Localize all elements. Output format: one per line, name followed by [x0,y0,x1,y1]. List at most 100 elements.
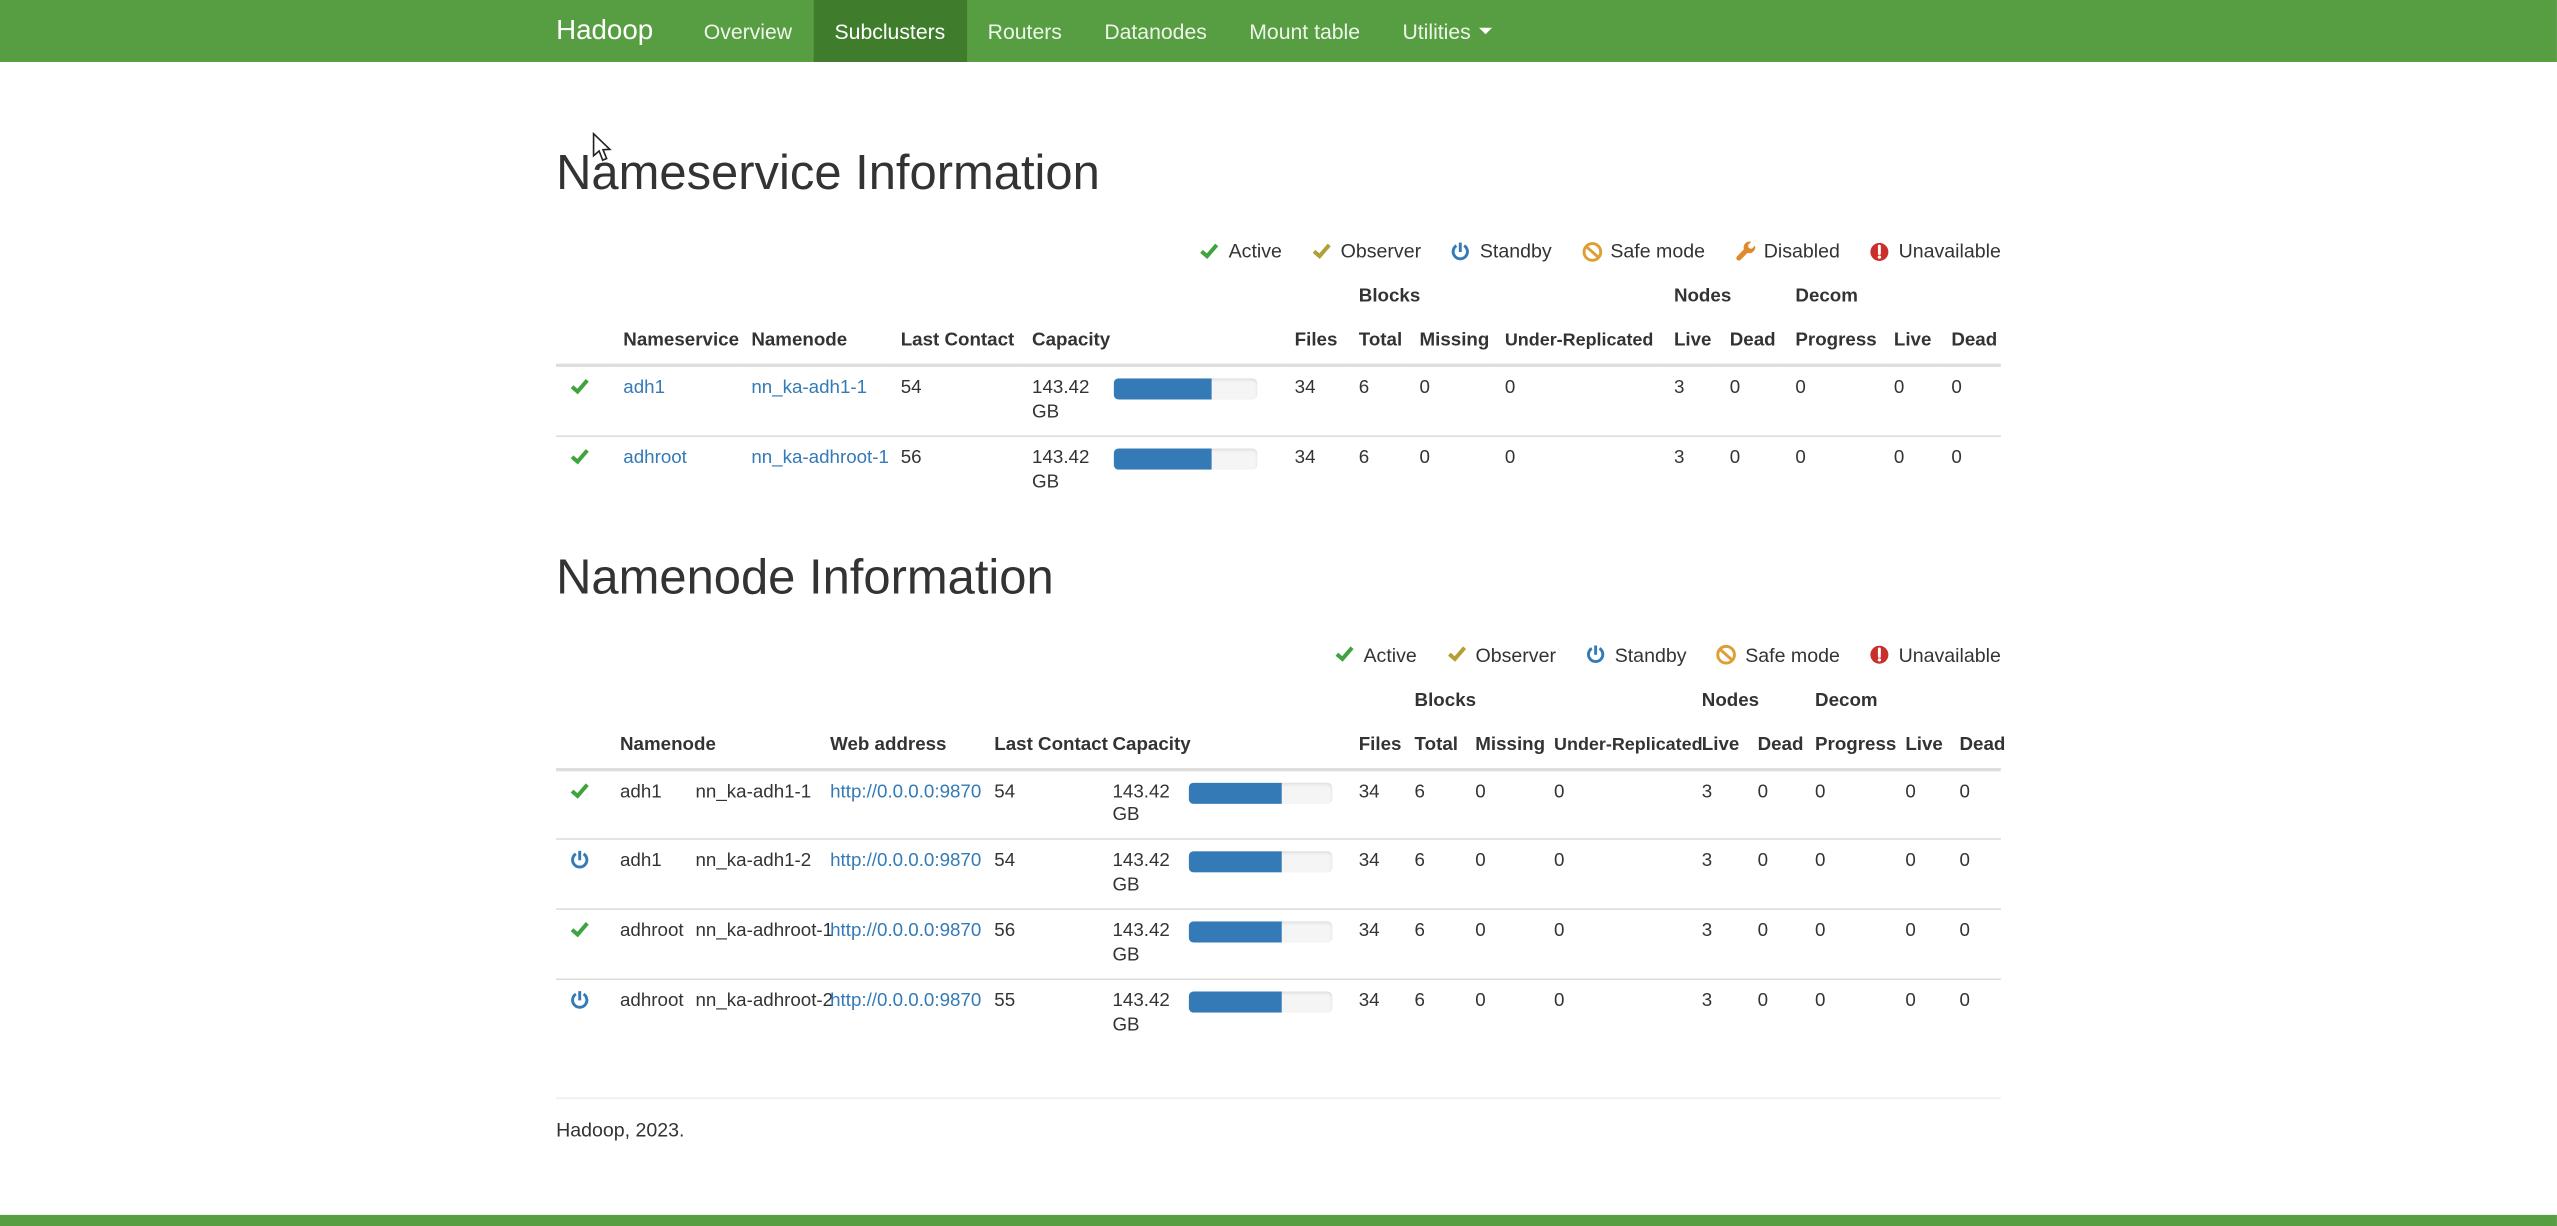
legend-item-safe-mode: Safe mode [1581,240,1705,263]
col-decom-live: Live [1892,723,1946,769]
namenode-id-cell: nn_ka-adhroot-1 [682,910,817,980]
capacity-progress-bar [1189,992,1333,1013]
group-header-row: Blocks Nodes Decom [556,679,2001,723]
decom-dead-cell: 0 [1946,840,2000,910]
nav-item-utilities[interactable]: Utilities [1381,0,1513,62]
status-column-header [556,723,607,769]
group-header-blocks: Blocks [1402,679,1689,723]
legend-item-observer: Observer [1311,240,1421,263]
decom-live-cell: 0 [1881,436,1938,505]
capacity-cell: 143.42 GB [1099,910,1345,980]
under-replicated-cell: 0 [1541,840,1689,910]
nameservice-section-title: Nameservice Information [556,147,2001,201]
files-cell: 34 [1282,365,1346,436]
nameservice-legend: Active Observer Standby Safe mode Disabl… [556,240,2001,263]
files-cell: 34 [1346,840,1402,910]
col-decom-progress: Progress [1782,320,1880,366]
status-cell [556,910,607,980]
files-cell: 34 [1346,910,1402,980]
nameservice-cell: adh1 [607,769,682,840]
nameservice-link[interactable]: adh1 [623,378,665,398]
legend-label: Safe mode [1610,240,1705,263]
nav-item-mount-table[interactable]: Mount table [1228,0,1381,62]
legend-label: Active [1363,644,1416,667]
main-content: Nameservice Information Active Observer … [556,147,2001,1142]
files-cell: 34 [1282,436,1346,505]
nodes-dead-cell: 0 [1717,436,1783,505]
nodes-live-cell: 3 [1661,365,1717,436]
nav-item-subclusters[interactable]: Subclusters [813,0,966,62]
nav-item-datanodes[interactable]: Datanodes [1083,0,1228,62]
group-header-spacer [556,276,1346,320]
last-contact-cell: 56 [981,910,1099,980]
web-address-cell: http://0.0.0.0:9870 [817,769,981,840]
namenode-legend: Active Observer Standby Safe mode Unavai… [556,644,2001,667]
capacity-progress-bar [1189,782,1333,803]
decom-progress-cell: 0 [1802,769,1892,840]
nodes-dead-cell: 0 [1745,910,1802,980]
legend-label: Observer [1341,240,1421,263]
col-blocks-missing: Missing [1406,320,1491,366]
nameservice-cell: adhroot [607,910,682,980]
standby-power-icon [569,990,590,1011]
power-icon [1450,241,1471,262]
group-header-decom: Decom [1802,679,2001,723]
col-last-contact: Last Contact [888,320,1019,366]
nav-item-overview[interactable]: Overview [683,0,814,62]
decom-dead-cell: 0 [1946,979,2000,1048]
capacity-text: 143.42 GB [1032,376,1104,425]
blocks-missing-cell: 0 [1462,769,1541,840]
legend-label: Unavailable [1899,644,2001,667]
capacity-progress-bar [1114,378,1258,399]
decom-progress-cell: 0 [1782,436,1880,505]
files-cell: 34 [1346,979,1402,1048]
col-decom-progress: Progress [1802,723,1892,769]
web-address-link[interactable]: http://0.0.0.0:9870 [830,852,981,872]
col-nodes-dead: Dead [1745,723,1802,769]
col-nodes-live: Live [1661,320,1717,366]
col-files: Files [1346,723,1402,769]
col-blocks-total: Total [1346,320,1407,366]
legend-item-disabled: Disabled [1734,240,1840,263]
blocks-total-cell: 6 [1346,436,1407,505]
under-replicated-cell: 0 [1541,910,1689,980]
namenode-row: adh1 nn_ka-adh1-1 http://0.0.0.0:9870 54… [556,769,2001,840]
web-address-link[interactable]: http://0.0.0.0:9870 [830,992,981,1012]
blocks-missing-cell: 0 [1462,910,1541,980]
capacity-text: 143.42 GB [1032,446,1104,495]
blocks-missing-cell: 0 [1406,365,1491,436]
active-check-icon [569,446,590,467]
capacity-text: 143.42 GB [1112,920,1179,969]
group-header-spacer [556,679,1401,723]
capacity-text: 143.42 GB [1112,780,1179,829]
footer-text: Hadoop, 2023. [556,1119,684,1142]
legend-item-observer: Observer [1446,644,1556,667]
brand-link[interactable]: Hadoop [556,0,682,62]
namenode-id-cell: nn_ka-adh1-1 [682,769,817,840]
namenode-row: adhroot nn_ka-adhroot-1 http://0.0.0.0:9… [556,910,2001,980]
legend-label: Unavailable [1899,240,2001,263]
namenode-link[interactable]: nn_ka-adh1-1 [751,378,867,398]
nav-item-routers[interactable]: Routers [966,0,1083,62]
active-check-icon [569,780,590,801]
capacity-progress-fill [1189,992,1282,1013]
nameservice-row: adh1 nn_ka-adh1-1 54 143.42 GB 34 6 0 0 … [556,365,2001,436]
nameservice-table: Blocks Nodes Decom Nameservice Namenode … [556,276,2001,505]
status-cell [556,769,607,840]
chevron-down-icon [1479,28,1492,35]
nameservice-link[interactable]: adhroot [623,448,687,468]
nodes-live-cell: 3 [1689,840,1745,910]
namenode-cell: nn_ka-adh1-1 [738,365,887,436]
namenode-link[interactable]: nn_ka-adhroot-1 [751,448,889,468]
legend-label: Active [1229,240,1282,263]
blocks-total-cell: 6 [1402,910,1463,980]
page: Hadoop Overview Subclusters Routers Data… [0,0,2557,1226]
nodes-dead-cell: 0 [1745,769,1802,840]
web-address-cell: http://0.0.0.0:9870 [817,979,981,1048]
web-address-link[interactable]: http://0.0.0.0:9870 [830,782,981,802]
last-contact-cell: 56 [888,436,1019,505]
web-address-link[interactable]: http://0.0.0.0:9870 [830,922,981,942]
legend-label: Disabled [1764,240,1840,263]
decom-live-cell: 0 [1881,365,1938,436]
group-header-decom: Decom [1782,276,2001,320]
